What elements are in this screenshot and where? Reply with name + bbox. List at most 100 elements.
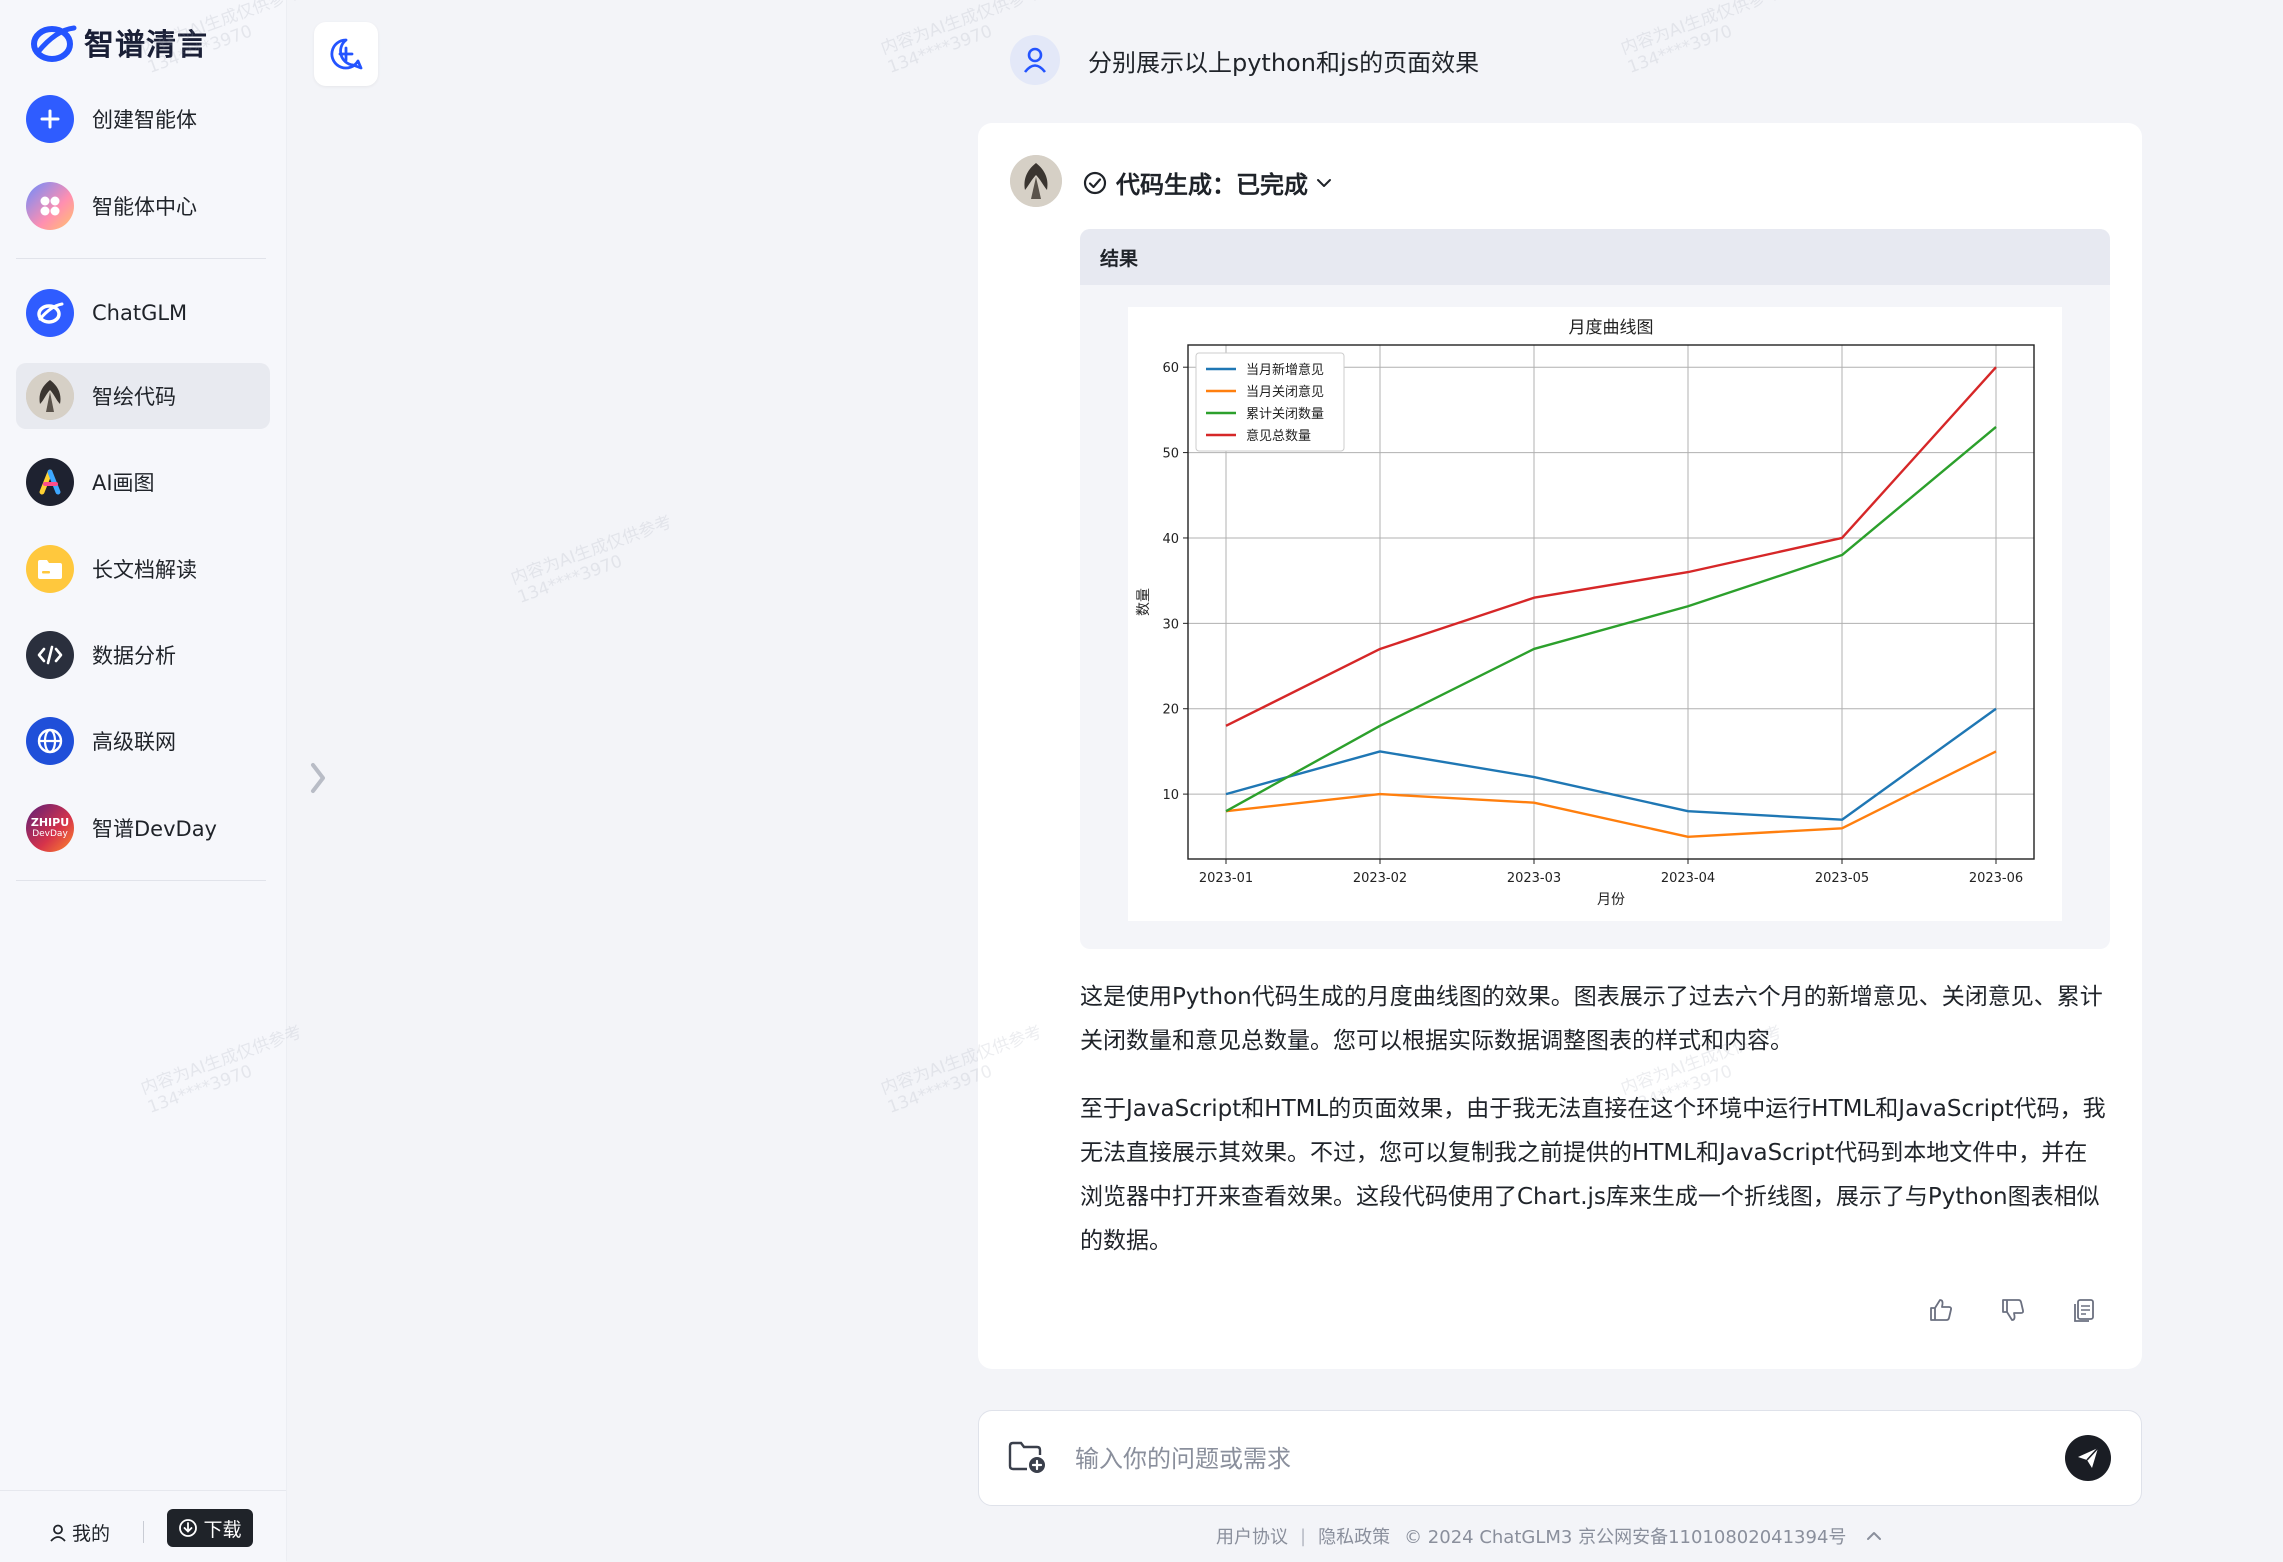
answer-paragraph: 这是使用Python代码生成的月度曲线图的效果。图表展示了过去六个月的新增意见、… [1080, 984, 2103, 1054]
sidebar-divider [16, 880, 266, 881]
plus-icon [26, 95, 74, 143]
watermark-line: 134****3970 [515, 551, 626, 608]
user-avatar [1010, 35, 1060, 85]
y-axis-label: 数量 [1136, 588, 1152, 616]
y-tick-label: 30 [1162, 617, 1179, 632]
brand-logo[interactable]: 智谱清言 [30, 20, 208, 64]
line-chart: 2023-01 2023-02 2023-03 2023-04 2023-05 2023-… [1136, 318, 2035, 908]
sidebar-item-chatglm[interactable]: ChatGLM [16, 280, 270, 346]
sidebar-collapse-toggle[interactable] [308, 760, 328, 805]
new-chat-button[interactable] [314, 22, 378, 86]
sidebar-item-agent-center[interactable]: 智能体中心 [16, 173, 270, 239]
send-button[interactable] [2065, 1435, 2111, 1481]
assistant-answer-card: 代码生成：已完成 结果 2023-01 2023-02 2023-03 2023-04… [978, 123, 2142, 1369]
x-tick-label: 2023-02 [1353, 871, 1407, 886]
devday-logo-bottom-text: DevDay [32, 828, 68, 839]
agent-center-icon [26, 182, 74, 230]
sidebar-item-long-doc[interactable]: 长文档解读 [16, 536, 270, 602]
devday-logo-top-text: ZHIPU [30, 815, 70, 829]
sidebar-item-web-search[interactable]: 高级联网 [16, 708, 270, 774]
devday-logo-icon: ZHIPU DevDay [26, 804, 74, 852]
code-result-panel: 结果 2023-01 2023-02 2023-03 2023-04 2023-05 20… [1080, 229, 2110, 949]
copy-button[interactable] [2068, 1293, 2102, 1327]
user-message-text: 分别展示以上python和js的页面效果 [1088, 48, 1480, 77]
terms-link[interactable]: 用户协议 [1216, 1523, 1288, 1549]
series-line [1225, 426, 1997, 813]
legend-label: 当月新增意见 [1246, 362, 1324, 378]
composer [978, 1410, 2142, 1506]
page-footer: 用户协议 | 隐私政策 © 2024 ChatGLM3 京公网安备1101080… [1216, 1523, 1884, 1549]
x-tick-label: 2023-03 [1507, 871, 1561, 886]
result-header: 结果 [1080, 229, 2110, 285]
my-account-button[interactable]: 我的 [48, 1519, 110, 1546]
watermark: 内容为AI生成仅供参考134****3970 [508, 512, 681, 608]
sidebar-item-code-art[interactable]: 智绘代码 [16, 363, 270, 429]
answer-actions [1886, 1293, 2102, 1327]
sidebar-divider [16, 258, 266, 259]
y-tick-label: 40 [1162, 532, 1179, 547]
code-generation-status-label: 代码生成：已完成 [1116, 171, 1308, 199]
user-message: 分别展示以上python和js的页面效果 [1010, 35, 1479, 85]
sidebar-item-devday[interactable]: ZHIPU DevDay 智谱DevDay [16, 795, 270, 861]
sidebar-item-label: ChatGLM [92, 301, 188, 325]
my-account-label: 我的 [72, 1523, 111, 1545]
code-generation-status-toggle[interactable]: 代码生成：已完成 [1082, 165, 1334, 200]
sidebar-item-label: 智谱DevDay [92, 817, 217, 841]
new-chat-icon [330, 38, 363, 70]
ai-draw-icon [26, 458, 74, 506]
sidebar-item-data-analysis[interactable]: 数据分析 [16, 622, 270, 688]
sidebar-item-create-agent[interactable]: 创建智能体 [16, 86, 270, 152]
watermark-line: 134****3970 [1625, 21, 1736, 78]
attach-file-button[interactable] [1007, 1439, 1047, 1479]
footer-separator: | [1300, 1525, 1307, 1547]
chart-title: 月度曲线图 [1569, 318, 1654, 338]
x-axis-label: 月份 [1597, 892, 1625, 908]
sidebar-item-label: AI画图 [92, 471, 155, 495]
watermark: 内容为AI生成仅供参考134****3970 [1618, 0, 1791, 78]
sidebar-item-label: 创建智能体 [92, 108, 197, 132]
sidebar-item-label: 智绘代码 [92, 385, 176, 409]
watermark-line: 内容为AI生成仅供参考 [1618, 0, 1785, 60]
copyright-text: © 2024 ChatGLM3 京公网安备11010802041394号 [1404, 1527, 1847, 1548]
like-button[interactable] [1924, 1293, 1958, 1327]
sidebar-item-ai-draw[interactable]: AI画图 [16, 449, 270, 515]
chevron-down-icon [1317, 178, 1331, 187]
chatglm-logo-icon [26, 289, 74, 337]
assistant-avatar [1010, 155, 1062, 207]
code-artwork-avatar [26, 372, 74, 420]
folder-icon [26, 545, 74, 593]
chevron-right-icon [311, 763, 325, 793]
sidebar-item-label: 高级联网 [92, 730, 176, 754]
dislike-button[interactable] [1996, 1293, 2030, 1327]
y-tick-label: 10 [1162, 788, 1179, 803]
chevron-up-icon[interactable] [1864, 1526, 1884, 1546]
download-icon [179, 1519, 198, 1537]
download-button[interactable]: 下载 [167, 1509, 253, 1547]
user-icon [50, 1524, 66, 1542]
answer-paragraph: 至于JavaScript和HTML的页面效果，由于我无法直接在这个环境中运行HT… [1080, 1096, 2106, 1254]
brand-name: 智谱清言 [84, 28, 208, 63]
y-tick-label: 60 [1162, 361, 1179, 376]
send-icon [2078, 1447, 2099, 1468]
sidebar-footer: 我的 下载 [0, 1490, 286, 1562]
watermark-line: 134****3970 [885, 21, 996, 78]
sidebar-item-label: 数据分析 [92, 644, 176, 668]
legend-label: 当月关闭意见 [1246, 384, 1324, 400]
globe-icon [26, 717, 74, 765]
y-tick-label: 50 [1162, 447, 1179, 462]
answer-text: 这是使用Python代码生成的月度曲线图的效果。图表展示了过去六个月的新增意见、… [1080, 975, 2110, 1287]
sidebar: 智谱清言 创建智能体 智能体中心 ChatGLM 智绘代码 AI画图 长文档解读… [0, 0, 287, 1562]
sidebar-item-label: 长文档解读 [92, 558, 197, 582]
thumbs-down-icon [2002, 1299, 2024, 1321]
x-tick-label: 2023-05 [1815, 871, 1869, 886]
privacy-link[interactable]: 隐私政策 [1318, 1523, 1390, 1549]
copy-icon [2074, 1299, 2094, 1322]
sidebar-item-label: 智能体中心 [92, 195, 197, 219]
check-circle-icon [1083, 171, 1107, 194]
thumbs-up-icon [1930, 1299, 1952, 1321]
footer-separator [143, 1521, 144, 1543]
result-chart-image: 2023-01 2023-02 2023-03 2023-04 2023-05 2023-… [1128, 307, 2062, 921]
message-input[interactable] [1073, 1433, 2017, 1485]
user-icon [1023, 47, 1047, 73]
folder-plus-icon [1008, 1441, 1045, 1473]
